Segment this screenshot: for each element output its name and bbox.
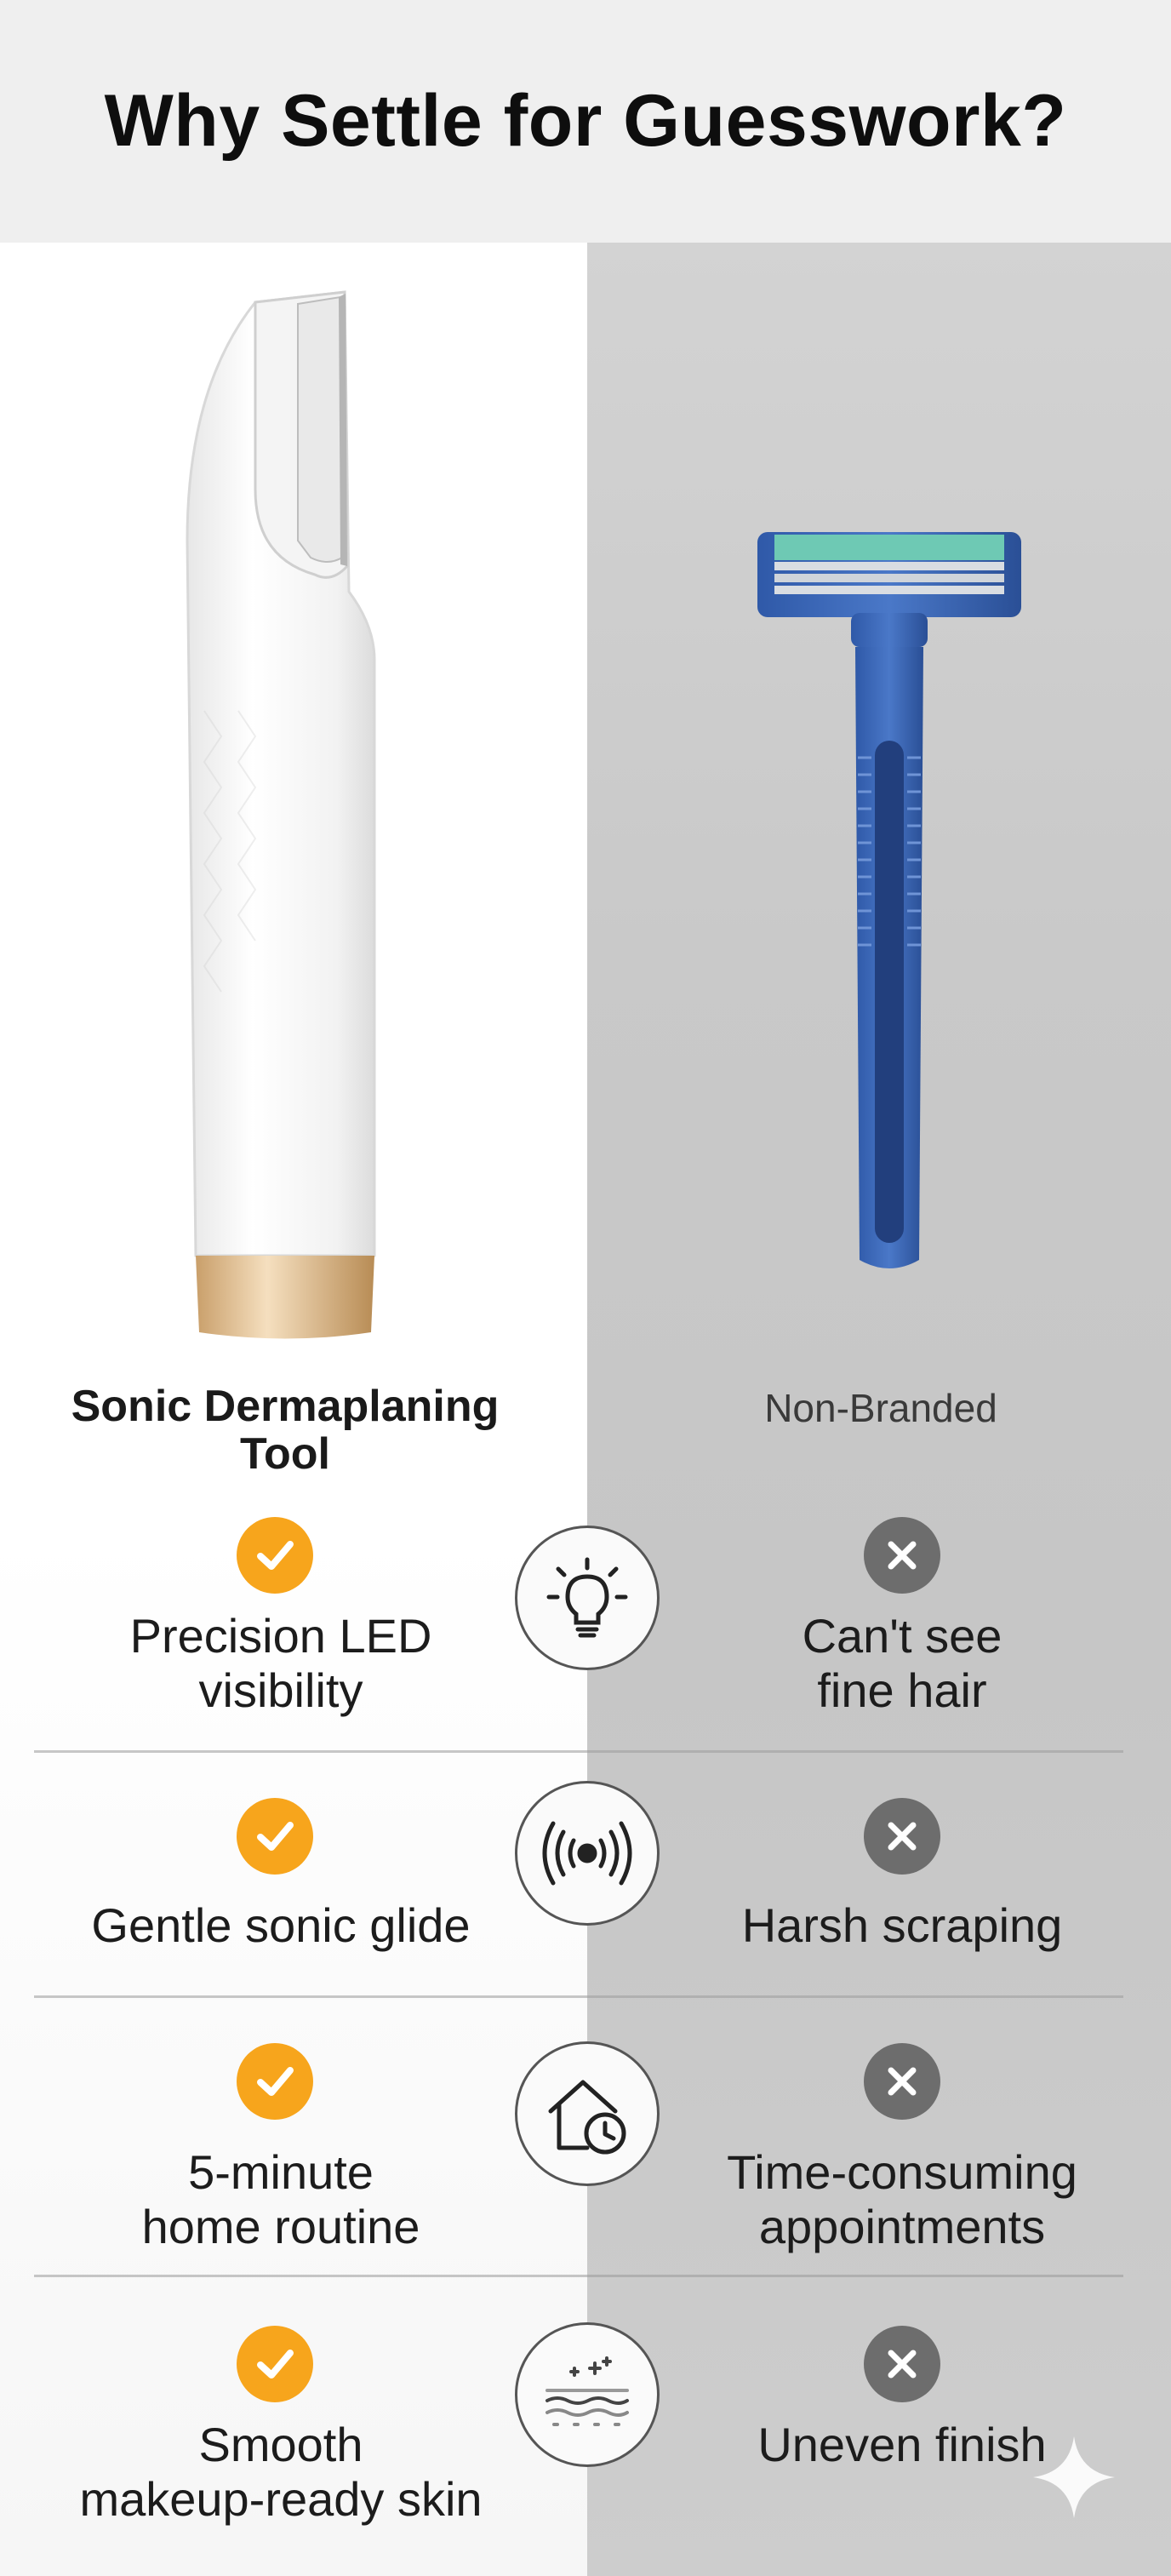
left-column-title: Sonic Dermaplaning Tool bbox=[71, 1382, 500, 1479]
check-icon bbox=[237, 2043, 313, 2120]
sparkle-icon bbox=[1033, 2436, 1115, 2518]
right-feature-text: Harsh scraping bbox=[741, 1898, 1063, 1952]
left-feature-text: Precision LED visibility bbox=[129, 1609, 432, 1717]
cross-icon bbox=[864, 1798, 940, 1875]
row-divider bbox=[34, 2275, 1123, 2277]
left-feature-text: Smooth makeup-ready skin bbox=[79, 2418, 483, 2526]
cross-icon bbox=[864, 2043, 940, 2120]
check-icon bbox=[237, 1517, 313, 1594]
page-header: Why Settle for Guesswork? bbox=[0, 0, 1171, 243]
disposable-razor-image bbox=[757, 532, 1021, 1268]
cross-icon bbox=[864, 2326, 940, 2402]
left-feature-text: Gentle sonic glide bbox=[91, 1898, 471, 1952]
right-column-title: Non-Branded bbox=[764, 1386, 997, 1430]
row-divider bbox=[34, 1750, 1123, 1753]
check-icon bbox=[237, 2326, 313, 2402]
dermaplaning-tool-image bbox=[186, 290, 376, 1339]
page-title: Why Settle for Guesswork? bbox=[104, 80, 1067, 162]
row-divider bbox=[34, 1995, 1123, 1998]
right-feature-text: Can't see fine hair bbox=[802, 1609, 1002, 1717]
check-icon bbox=[237, 1798, 313, 1875]
cross-icon bbox=[864, 1517, 940, 1594]
left-feature-text: 5-minute home routine bbox=[141, 2145, 420, 2253]
right-feature-text: Time-consuming appointments bbox=[727, 2145, 1077, 2253]
